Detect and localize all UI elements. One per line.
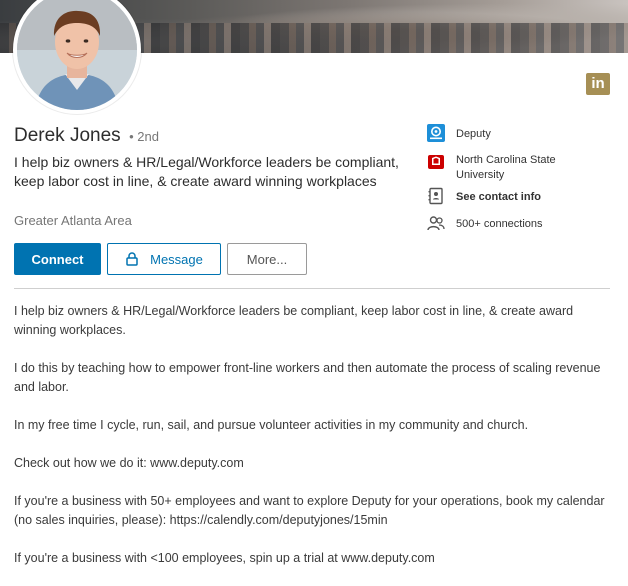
about-paragraph: In my free time I cycle, run, sail, and … xyxy=(14,418,529,432)
school-name: North Carolina State University xyxy=(456,154,556,181)
connect-button[interactable]: Connect xyxy=(14,243,101,275)
company-link[interactable]: Deputy xyxy=(427,124,586,142)
avatar[interactable] xyxy=(13,0,141,114)
about-paragraph: I do this by teaching how to empower fro… xyxy=(14,361,601,394)
connection-degree: • 2nd xyxy=(129,129,159,144)
about-paragraph: If you're a business with <100 employees… xyxy=(14,551,435,565)
message-button-label: Message xyxy=(150,251,203,267)
ncsu-logo-icon xyxy=(427,153,445,171)
contact-info-link[interactable]: See contact info xyxy=(427,187,586,205)
connections-link[interactable]: 500+ connections xyxy=(427,214,586,232)
profile-headline: I help biz owners & HR/Legal/Workforce l… xyxy=(14,154,399,189)
more-button[interactable]: More... xyxy=(227,243,307,275)
about-section: I help biz owners & HR/Legal/Workforce l… xyxy=(14,302,614,586)
company-name: Deputy xyxy=(456,128,491,140)
profile-location: Greater Atlanta Area xyxy=(14,213,132,228)
contact-card-icon xyxy=(428,187,443,205)
avatar-image xyxy=(17,0,137,110)
connections-count: 500+ connections xyxy=(456,218,543,230)
about-paragraph: Check out how we do it: www.deputy.com xyxy=(14,456,244,470)
name-row: Derek Jones • 2nd xyxy=(14,125,159,147)
school-link[interactable]: North Carolina State University xyxy=(427,153,586,183)
profile-name: Derek Jones xyxy=(14,125,121,146)
contact-info-label: See contact info xyxy=(456,191,541,203)
about-paragraph: I help biz owners & HR/Legal/Workforce l… xyxy=(14,304,574,337)
lock-icon xyxy=(126,252,138,266)
connections-icon xyxy=(427,216,445,231)
message-button[interactable]: Message xyxy=(107,243,221,275)
section-divider xyxy=(14,288,610,289)
about-paragraph: If you're a business with 50+ employees … xyxy=(14,494,605,527)
more-button-label: More... xyxy=(246,251,288,267)
linkedin-icon[interactable]: in xyxy=(586,73,610,95)
deputy-logo-icon xyxy=(427,124,445,142)
connect-button-label: Connect xyxy=(31,251,84,267)
